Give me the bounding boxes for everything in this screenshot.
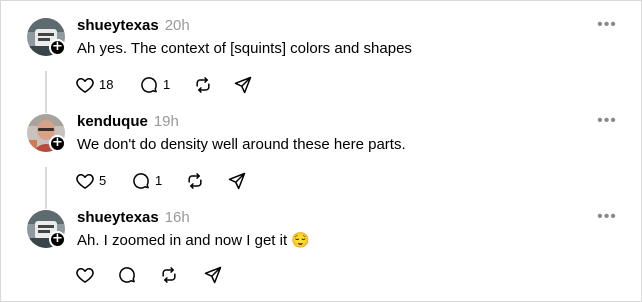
share-icon — [204, 266, 222, 284]
post-header: shueytexas 20h — [77, 16, 190, 36]
more-icon[interactable]: ••• — [597, 113, 617, 130]
reply-button[interactable]: 1 — [139, 73, 170, 97]
reply-icon — [119, 267, 135, 283]
like-button[interactable]: 18 — [75, 73, 113, 97]
repost-button[interactable] — [193, 73, 213, 97]
username[interactable]: shueytexas — [77, 209, 159, 226]
heart-icon — [76, 174, 94, 189]
repost-button[interactable] — [185, 169, 205, 193]
post-header: shueytexas 16h — [77, 208, 190, 228]
share-button[interactable] — [227, 169, 247, 193]
more-icon[interactable]: ••• — [597, 209, 617, 226]
reply-icon — [133, 173, 149, 189]
share-button[interactable] — [233, 73, 253, 97]
username[interactable]: kenduque — [77, 113, 148, 130]
post-text: Ah. I zoomed in and now I get it 😌 — [77, 232, 310, 249]
like-count: 5 — [99, 173, 107, 188]
post: + shueytexas 16h ••• Ah. I zoomed in and … — [1, 193, 641, 301]
reply-button[interactable] — [117, 263, 137, 287]
timestamp[interactable]: 20h — [165, 17, 190, 34]
username[interactable]: shueytexas — [77, 17, 159, 34]
reply-count: 1 — [163, 77, 171, 92]
more-icon[interactable]: ••• — [597, 17, 617, 34]
heart-icon — [76, 268, 94, 283]
share-icon — [228, 172, 246, 190]
like-button[interactable] — [75, 263, 95, 287]
follow-plus-icon[interactable]: + — [49, 231, 66, 248]
post: + kenduque 19h ••• We don't do density we… — [1, 97, 641, 193]
heart-icon — [76, 78, 94, 93]
reply-icon — [141, 77, 157, 93]
post-text: Ah yes. The context of [squints] colors … — [77, 40, 412, 57]
repost-icon — [188, 173, 202, 189]
timestamp[interactable]: 19h — [154, 113, 179, 130]
timestamp[interactable]: 16h — [165, 209, 190, 226]
thread-panel: + shueytexas 20h ••• Ah yes. The context … — [0, 0, 642, 302]
like-count: 18 — [99, 77, 114, 92]
follow-plus-icon[interactable]: + — [49, 135, 66, 152]
share-button[interactable] — [203, 263, 223, 287]
post: + shueytexas 20h ••• Ah yes. The context … — [1, 1, 641, 97]
follow-plus-icon[interactable]: + — [49, 39, 66, 56]
reply-count: 1 — [155, 173, 163, 188]
post-header: kenduque 19h — [77, 112, 179, 132]
share-icon — [234, 76, 252, 94]
reply-button[interactable]: 1 — [131, 169, 162, 193]
post-text: We don't do density well around these he… — [77, 136, 406, 153]
repost-icon — [196, 77, 210, 93]
like-button[interactable]: 5 — [75, 169, 106, 193]
repost-button[interactable] — [159, 263, 179, 287]
repost-icon — [162, 267, 176, 283]
